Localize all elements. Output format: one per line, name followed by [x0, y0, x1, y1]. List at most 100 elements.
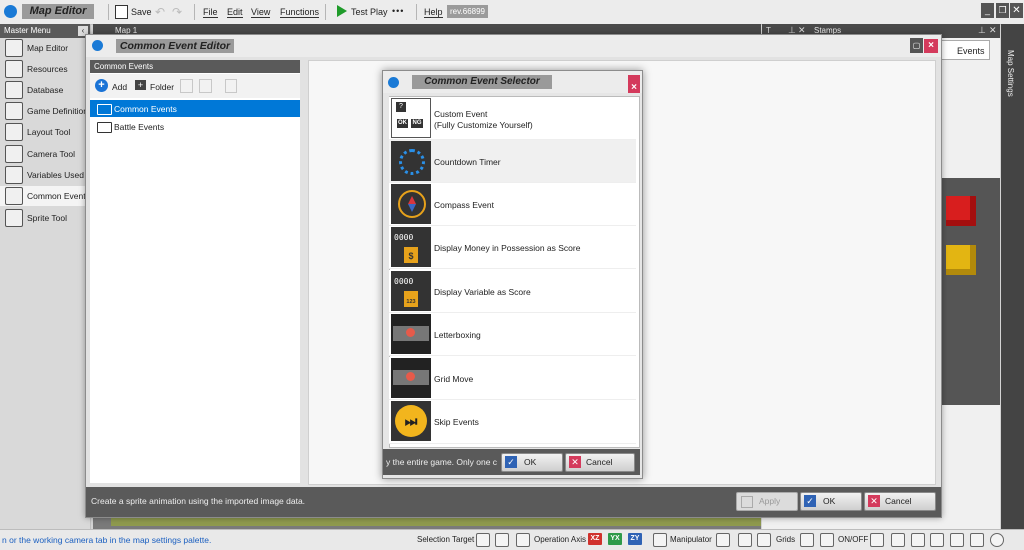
template-letterboxing[interactable]: Letterboxing [389, 313, 636, 356]
selector-ok-label: OK [524, 457, 537, 467]
yellow-cube-stamp[interactable] [946, 245, 976, 275]
copy-icon[interactable] [180, 79, 193, 93]
light-icon[interactable] [911, 533, 925, 547]
sky-icon[interactable] [930, 533, 944, 547]
master-item-common-events[interactable]: Common Events [0, 186, 88, 206]
play-icon[interactable] [337, 5, 347, 17]
audio-icon[interactable] [970, 533, 984, 547]
variable-arrow: 123 [404, 291, 418, 307]
grid-toggle-icon[interactable] [870, 533, 884, 547]
more-options-button[interactable]: ••• [392, 6, 404, 16]
axis-zy-button[interactable]: ZY [628, 533, 642, 545]
close-panel-icon[interactable]: ✕ [989, 25, 997, 36]
check-icon: ✓ [505, 456, 517, 468]
cancel-label: Cancel [885, 496, 912, 506]
master-item-database[interactable]: Database [0, 80, 88, 100]
redo-icon[interactable]: ↷ [172, 5, 182, 19]
tree-item-battle-events[interactable]: Battle Events [90, 118, 300, 135]
axis-xz-button[interactable]: XZ [588, 533, 602, 545]
check-icon: ✓ [804, 495, 816, 507]
template-compass-event[interactable]: Compass Event [389, 183, 636, 226]
master-item-game-definition[interactable]: Game Definition [0, 101, 88, 121]
settings-icon[interactable] [990, 533, 1004, 547]
selection-group-icon[interactable] [495, 533, 509, 547]
grid-lines-icon[interactable] [820, 533, 834, 547]
add-button[interactable]: Add [112, 82, 127, 92]
paste-icon[interactable] [199, 79, 212, 93]
master-item-sprite-tool[interactable]: Sprite Tool [0, 208, 88, 228]
camera-view-icon[interactable] [950, 533, 964, 547]
selection-object-icon[interactable] [476, 533, 490, 547]
master-item-variables-used[interactable]: Variables Used [0, 165, 88, 185]
app-logo-icon [4, 5, 17, 18]
apply-button[interactable]: Apply [736, 492, 798, 511]
template-custom-event[interactable]: OK NG ? Custom Event (Fully Customize Yo… [389, 97, 636, 140]
menu-view[interactable]: View [251, 7, 271, 18]
events-tab[interactable]: Events [940, 40, 990, 60]
folder-add-icon[interactable]: + [135, 80, 146, 90]
ok-badge: OK [397, 119, 408, 128]
template-display-variable[interactable]: 0000 123 Display Variable as Score [389, 270, 636, 313]
menu-edit[interactable]: Edit [227, 7, 243, 18]
delete-icon[interactable] [225, 79, 237, 93]
panel-header: Common Events [90, 60, 300, 73]
template-grid-move[interactable]: Grid Move [389, 357, 636, 400]
template-display-money[interactable]: 0000 $ Display Money in Possession as Sc… [389, 226, 636, 269]
restore-button[interactable]: ❐ [996, 3, 1009, 18]
layer-icon[interactable] [891, 533, 905, 547]
test-play-button[interactable]: Test Play [351, 7, 388, 17]
grid-snap-icon[interactable] [800, 533, 814, 547]
menu-functions[interactable]: Functions [280, 7, 320, 18]
template-label: Letterboxing [434, 330, 481, 340]
master-item-map-editor[interactable]: Map Editor [0, 38, 88, 58]
scale-gizmo-icon[interactable] [757, 533, 771, 547]
red-cube-stamp[interactable] [946, 196, 976, 226]
pin-icon[interactable]: ⊥ [978, 25, 986, 36]
manipulator-icon[interactable] [653, 533, 667, 547]
compass-needle-south [408, 204, 416, 212]
save-button[interactable]: Save [131, 7, 152, 17]
master-item-label: Game Definition [27, 106, 88, 116]
x-icon: ✕ [569, 456, 581, 468]
folder-button[interactable]: Folder [150, 82, 174, 92]
master-item-resources[interactable]: Resources [0, 59, 88, 79]
cancel-button[interactable]: ✕ Cancel [864, 492, 936, 511]
revision-badge: rev.66899 [447, 5, 488, 18]
selector-close-button[interactable]: × [628, 75, 640, 93]
editor-close-button[interactable]: × [924, 39, 938, 53]
map-settings-tab[interactable]: Map Settings [1001, 24, 1024, 529]
camera-icon [5, 145, 23, 163]
menu-file[interactable]: File [203, 7, 218, 18]
undo-icon[interactable]: ↶ [155, 5, 165, 19]
master-item-camera-tool[interactable]: Camera Tool [0, 144, 88, 164]
master-menu: Master Menu ‹ Map Editor Resources Datab… [0, 24, 91, 529]
template-countdown-timer[interactable]: Countdown Timer [389, 140, 636, 183]
grid-move-icon [391, 358, 431, 398]
close-window-button[interactable]: ✕ [1010, 3, 1023, 18]
axis-yx-button[interactable]: YX [608, 533, 622, 545]
menu-help[interactable]: Help [424, 7, 443, 18]
database-icon [5, 81, 23, 99]
tree-item-common-events[interactable]: Common Events [90, 100, 300, 117]
template-label: Custom Event [434, 109, 488, 119]
question-badge: ? [396, 102, 406, 112]
maximize-button[interactable]: ▢ [910, 38, 923, 53]
ok-label: OK [823, 496, 836, 506]
selector-ok-button[interactable]: ✓ OK [501, 453, 563, 472]
map-settings-label: Map Settings [1006, 50, 1015, 97]
template-label: Countdown Timer [434, 157, 501, 167]
compass-needle [408, 196, 416, 204]
rotate-gizmo-icon[interactable] [738, 533, 752, 547]
move-gizmo-icon[interactable] [716, 533, 730, 547]
common-events-icon [5, 187, 23, 205]
add-icon[interactable]: + [95, 79, 108, 92]
editor-logo-icon [92, 40, 103, 51]
selection-stamp-icon[interactable] [516, 533, 530, 547]
selector-cancel-button[interactable]: ✕ Cancel [565, 453, 635, 472]
tree-item-label: Common Events [114, 104, 177, 114]
master-item-layout-tool[interactable]: Layout Tool [0, 122, 88, 142]
ok-button[interactable]: ✓ OK [800, 492, 862, 511]
template-skip-events[interactable]: ⏭ Skip Events [389, 400, 636, 444]
save-icon[interactable] [115, 5, 128, 19]
minimize-button[interactable]: _ [981, 3, 994, 18]
